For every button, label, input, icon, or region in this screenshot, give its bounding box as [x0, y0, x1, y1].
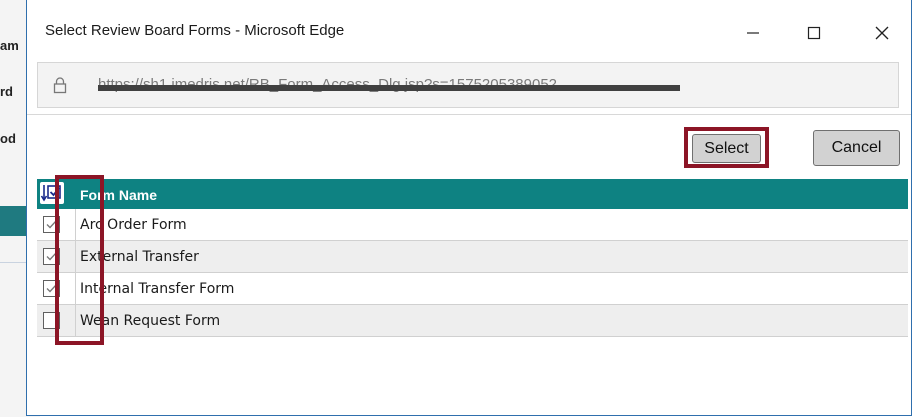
table-row[interactable]: Internal Transfer Form: [37, 273, 908, 305]
column-divider: [75, 241, 76, 273]
column-divider: [75, 273, 76, 305]
toolbar-divider: [27, 114, 911, 115]
column-divider: [75, 305, 76, 337]
select-all-checkbox[interactable]: [40, 182, 64, 204]
maximize-button[interactable]: [791, 14, 837, 52]
dialog-window: Select Review Board Forms - Microsoft Ed…: [26, 0, 912, 416]
address-bar[interactable]: https://sh1.imedris.net/RB_Form_Access_D…: [37, 62, 899, 108]
maximize-icon: [807, 26, 821, 40]
row-checkbox[interactable]: [43, 216, 60, 233]
row-checkbox[interactable]: [43, 280, 60, 297]
close-button[interactable]: [859, 14, 905, 52]
form-name-cell: External Transfer: [80, 249, 199, 265]
select-button[interactable]: Select: [692, 134, 761, 163]
checkmark-icon: [46, 220, 57, 229]
select-all-icon: [40, 185, 61, 202]
row-checkbox[interactable]: [43, 248, 60, 265]
checkmark-icon: [46, 284, 57, 293]
table-row[interactable]: External Transfer: [37, 241, 908, 273]
background-selected-bar: [0, 206, 28, 236]
background-text-fragment: od: [0, 131, 16, 146]
form-name-cell: Arc Order Form: [80, 217, 187, 233]
row-checkbox[interactable]: [43, 312, 60, 329]
table-row[interactable]: Arc Order Form: [37, 209, 908, 241]
column-divider: [75, 209, 76, 241]
cancel-button[interactable]: Cancel: [813, 130, 900, 166]
table-row[interactable]: Wean Request Form: [37, 305, 908, 337]
minimize-icon: [747, 32, 759, 34]
background-divider: [0, 262, 28, 263]
close-icon: [875, 26, 889, 40]
checkmark-icon: [46, 252, 57, 261]
form-name-header[interactable]: Form Name: [80, 187, 157, 203]
form-name-cell: Internal Transfer Form: [80, 281, 235, 297]
table-header: Form Name: [37, 179, 908, 209]
minimize-button[interactable]: [730, 14, 776, 52]
lock-icon: [53, 77, 67, 94]
redaction-bar: [98, 85, 680, 91]
form-name-cell: Wean Request Form: [80, 313, 221, 329]
background-text-fragment: am: [0, 38, 19, 53]
title-bar[interactable]: Select Review Board Forms - Microsoft Ed…: [27, 0, 911, 60]
background-text-fragment: rd: [0, 84, 13, 99]
window-title: Select Review Board Forms - Microsoft Ed…: [45, 22, 345, 39]
